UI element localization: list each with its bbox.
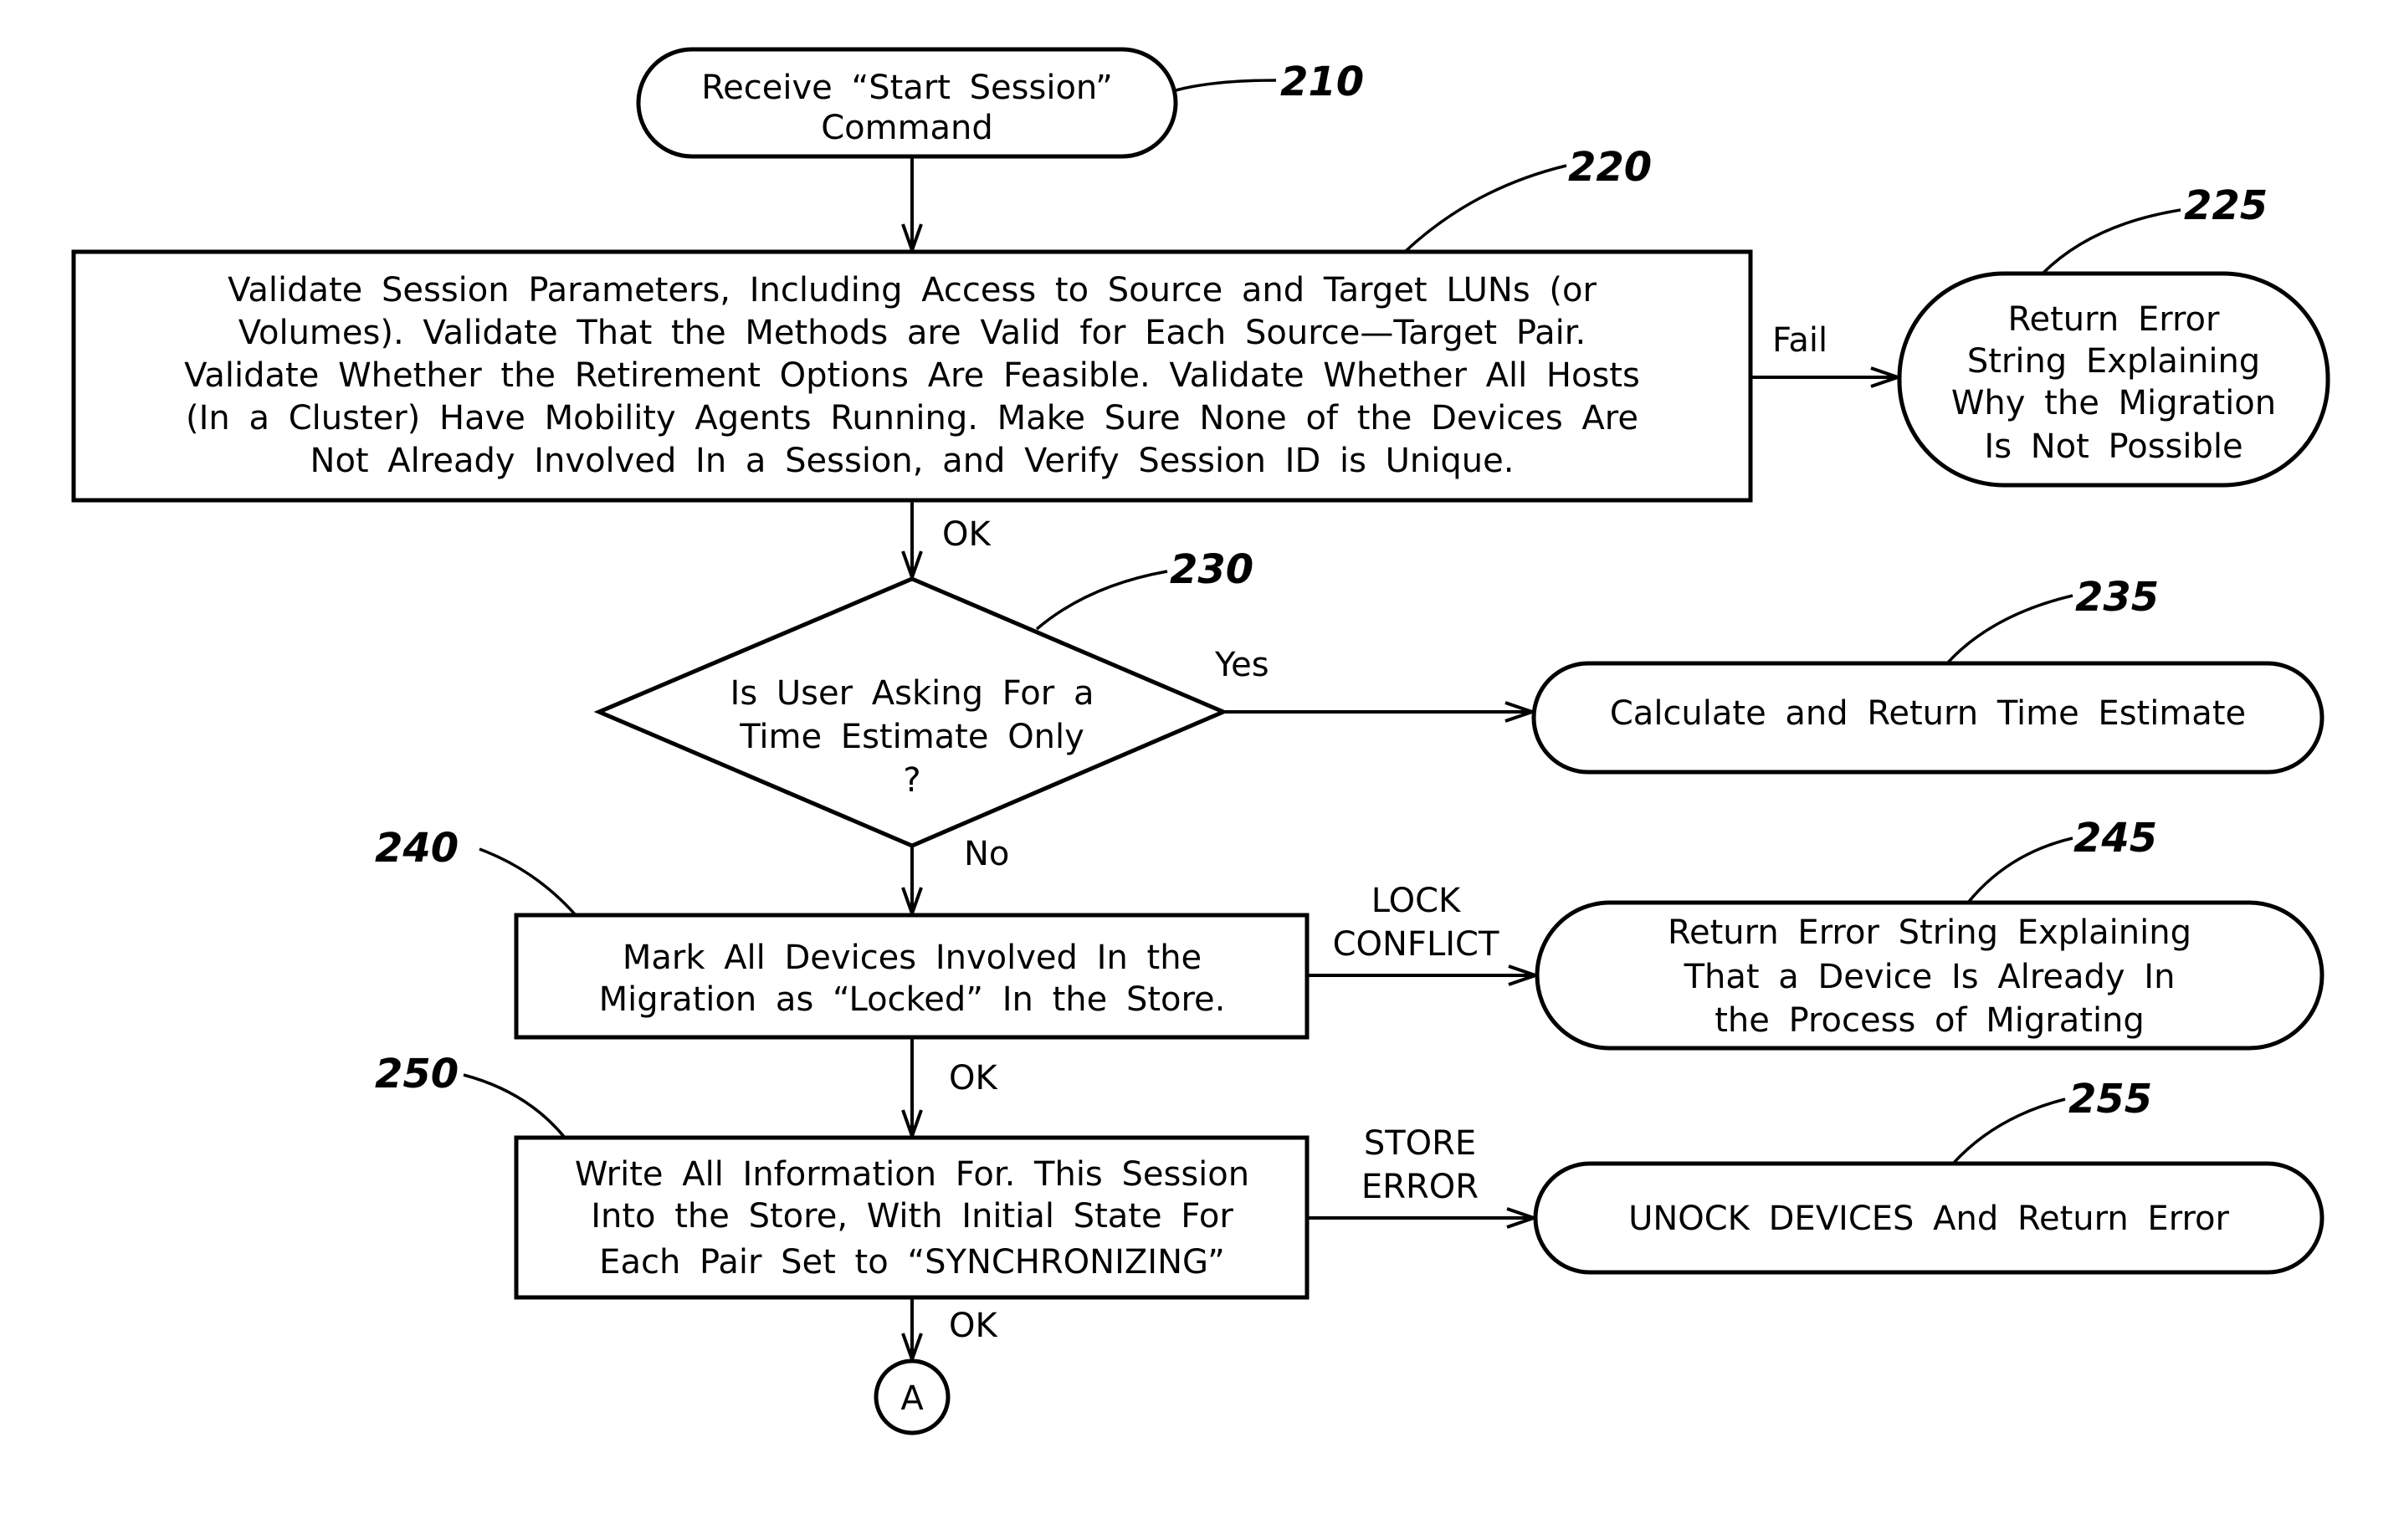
node-text-line: Write All Information For. This Session [575, 1155, 1249, 1194]
node-text-line: Validate Whether the Retirement Options … [184, 356, 1640, 395]
reference-leader-210 [1175, 79, 1277, 92]
edge-label-ok: OK [949, 1307, 998, 1345]
node-text-line: Return Error String Explaining [1668, 913, 2191, 952]
node-235-calculate-time-estimate: Calculate and Return Time Estimate [1531, 661, 2325, 775]
reference-numeral-210: 210 [1280, 59, 1364, 105]
edge-label-store: STORE [1364, 1124, 1476, 1163]
reference-numeral-235: 235 [2075, 574, 2159, 621]
node-220-validate-session: Validate Session Parameters, Including A… [71, 249, 1753, 503]
reference-numeral-220: 220 [1568, 144, 1652, 191]
node-text-line: Return Error [2008, 300, 2221, 339]
edge-label-yes: Yes [1214, 646, 1269, 684]
node-text-line: Mark All Devices Involved In the [623, 939, 1202, 977]
flowchart: Receive “Start Session” Command 210 Vali… [71, 47, 2330, 1435]
node-text-line: Calculate and Return Time Estimate [1610, 694, 2246, 733]
reference-leader-245 [1966, 837, 2073, 904]
node-text-line: Is User Asking For a [730, 674, 1094, 713]
node-250-write-session-info: Write All Information For. This Session … [514, 1135, 1310, 1300]
edge-label-error: ERROR [1361, 1168, 1479, 1206]
edge-label-fail: Fail [1772, 321, 1827, 360]
node-210-receive-start-session: Receive “Start Session” Command [636, 47, 1178, 159]
reference-leader-250 [463, 1073, 566, 1139]
reference-leader-220 [1403, 164, 1567, 253]
reference-leader-230 [1035, 570, 1168, 631]
node-text-line: That a Device Is Already In [1684, 958, 2176, 996]
reference-numeral-245: 245 [2073, 815, 2157, 862]
reference-leader-225 [2041, 208, 2181, 275]
node-text-line: ? [903, 761, 920, 800]
node-245-return-lock-error: Return Error String Explaining That a De… [1535, 900, 2325, 1051]
reference-numeral-240: 240 [375, 825, 459, 872]
node-text-line: Not Already Involved In a Session, and V… [310, 442, 1515, 480]
node-text-line: Each Pair Set to “SYNCHRONIZING” [599, 1243, 1225, 1282]
node-text-line: (In a Cluster) Have Mobility Agents Runn… [186, 399, 1638, 437]
node-240-mark-devices-locked: Mark All Devices Involved In the Migrati… [514, 913, 1310, 1040]
node-text-line: Command [821, 109, 993, 147]
reference-numeral-250: 250 [375, 1051, 459, 1097]
node-text-line: Receive “Start Session” [701, 69, 1113, 107]
connector-label: A [900, 1379, 924, 1418]
node-text-line: Why the Migration [1951, 384, 2276, 422]
connector-a: A [874, 1358, 951, 1435]
edge-label-conflict: CONFLICT [1333, 925, 1499, 964]
node-225-return-error: Return Error String Explaining Why the M… [1897, 271, 2330, 488]
reference-leader-255 [1951, 1097, 2066, 1165]
node-255-unlock-return-error: UNOCK DEVICES And Return Error [1533, 1161, 2325, 1275]
reference-leader-240 [479, 847, 577, 917]
node-text-line: the Process of Migrating [1715, 1001, 2145, 1040]
edge-label-ok: OK [949, 1059, 998, 1097]
reference-numeral-230: 230 [1170, 546, 1253, 593]
node-text-line: Validate Session Parameters, Including A… [228, 271, 1597, 310]
node-text-line: Migration as “Locked” In the Store. [599, 980, 1226, 1019]
reference-leader-235 [1945, 594, 2073, 665]
node-text-line: Volumes). Validate That the Methods are … [238, 314, 1586, 352]
node-text-line: Time Estimate Only [739, 718, 1084, 756]
edge-label-no: No [964, 835, 1009, 873]
node-text-line: String Explaining [1967, 342, 2260, 381]
node-230-time-estimate-decision: Is User Asking For a Time Estimate Only … [593, 576, 1229, 848]
reference-numeral-255: 255 [2068, 1076, 2152, 1123]
node-text-line: Is Not Possible [1984, 427, 2243, 466]
edge-label-lock: LOCK [1371, 882, 1462, 920]
reference-numeral-225: 225 [2184, 182, 2268, 229]
node-text-line: UNOCK DEVICES And Return Error [1628, 1200, 2229, 1238]
node-text-line: Into the Store, With Initial State For [591, 1197, 1233, 1236]
edge-label-ok: OK [942, 515, 992, 554]
